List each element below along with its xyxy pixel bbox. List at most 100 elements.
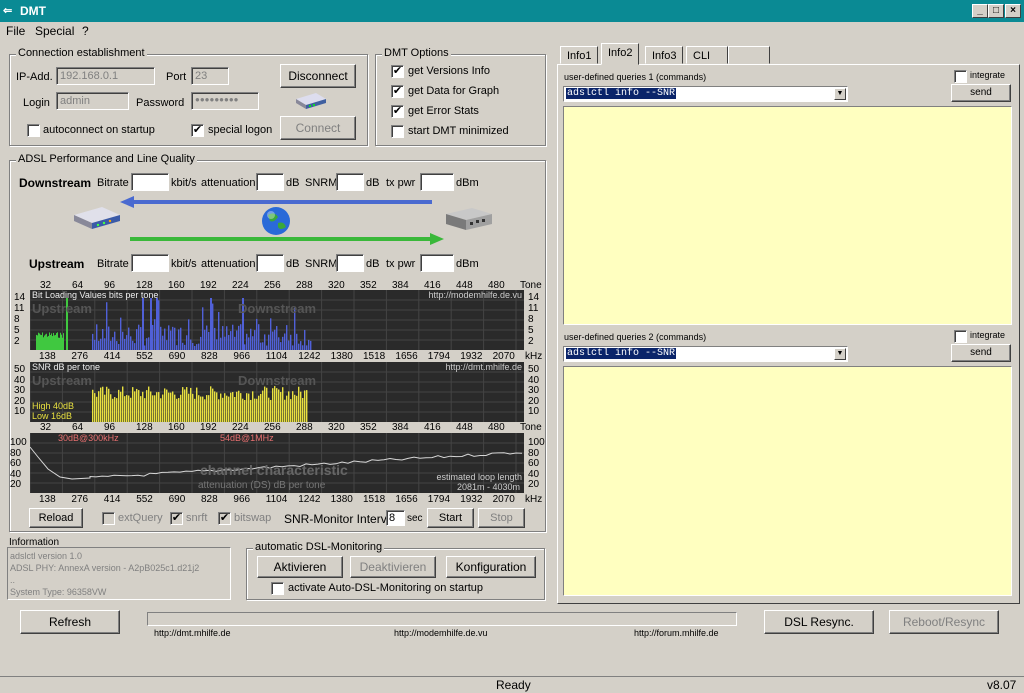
bit-bar-upstream [59,337,60,350]
bit-bar-downstream [262,342,264,350]
minimized-checkbox[interactable] [391,125,404,138]
ds-bitrate-field[interactable] [131,173,169,191]
snr-bar [136,388,138,422]
configuration-button[interactable]: Konfiguration [446,556,536,578]
snr-bar [260,393,262,422]
tab-info1[interactable]: Info1 [560,46,599,64]
bit-bar-upstream [50,334,51,350]
query2-output[interactable] [563,366,1012,596]
snr-bar [116,398,118,422]
axis-tick: 552 [136,351,153,362]
dsl-resync-button[interactable]: DSL Resync. [764,610,874,634]
snr-bar [248,393,250,422]
bitswap-checkbox[interactable]: ✔ [218,512,231,525]
reload-button[interactable]: Reload [29,508,83,528]
extquery-checkbox[interactable] [102,512,115,525]
start-button[interactable]: Start [427,508,474,528]
snr-interval-field[interactable]: 8 [386,510,405,526]
graph-data-checkbox[interactable]: ✔ [391,85,404,98]
reboot-resync-button[interactable]: Reboot/Resync [889,610,999,634]
tab-info3[interactable]: Info3 [645,46,684,64]
dropdown1-arrow-icon[interactable]: ▼ [834,88,846,100]
snr-bar [224,393,226,422]
link-forum[interactable]: http://forum.mhilfe.de [634,628,719,638]
auto-monitoring-checkbox[interactable] [271,582,284,595]
error-stats-checkbox[interactable]: ✔ [391,105,404,118]
us-attenuation-field[interactable] [256,254,284,272]
us-txpwr-field[interactable] [420,254,454,272]
command1-value: adslctl info --SNR [566,88,677,99]
axis-tick: 276 [71,351,89,362]
close-button[interactable]: × [1005,4,1021,18]
integrate2-checkbox[interactable] [954,330,967,343]
snr-bar [200,396,202,422]
axis-tick: 448 [456,422,473,433]
snr-bar [188,393,190,422]
bits-graph-title: Bit Loading Values bits per tone [32,290,159,300]
us-bitrate-field[interactable] [131,254,169,272]
command1-select[interactable]: adslctl info --SNR ▼ [563,86,848,102]
bit-bar-upstream [43,337,44,350]
ds-txpwr-field[interactable] [420,173,454,191]
dropdown2-arrow-icon[interactable]: ▼ [834,348,846,360]
minimize-button[interactable]: _ [972,4,988,18]
menu-special[interactable]: Special [35,24,74,38]
send2-button[interactable]: send [951,344,1011,362]
snr-bar [284,399,286,422]
info-line-1: adslctl version 1.0 [10,551,83,561]
maximize-button[interactable]: □ [988,4,1004,18]
stop-button[interactable]: Stop [478,508,525,528]
ip-field[interactable]: 192.168.0.1 [56,67,155,85]
snr-bar [158,392,160,422]
menu-file[interactable]: File [6,24,25,38]
ds-snrm-field[interactable] [336,173,364,191]
link-dmt[interactable]: http://dmt.mhilfe.de [154,628,231,638]
bit-bar-downstream [120,317,122,350]
bit-bar-downstream [92,333,94,350]
tab-cli[interactable]: CLI [686,46,728,64]
link-modemhilfe[interactable]: http://modemhilfe.de.vu [394,628,488,638]
query1-output[interactable] [563,106,1012,325]
snrft-checkbox[interactable]: ✔ [170,512,183,525]
login-field[interactable]: admin [56,92,129,110]
axis-tick: Tone [520,422,542,433]
snr-bar [272,388,274,422]
disconnect-button[interactable]: Disconnect [280,64,356,88]
bit-bar-downstream [182,342,184,350]
snr-upstream-watermark: Upstream [32,373,92,388]
bit-bar-downstream [284,333,286,350]
snr-bar [198,395,200,422]
password-field[interactable]: ●●●●●●●●● [191,92,259,110]
snr-bar [206,395,208,422]
versions-checkbox[interactable]: ✔ [391,65,404,78]
connect-button[interactable]: Connect [280,116,356,140]
integrate1-checkbox[interactable] [954,70,967,83]
us-snrm-field[interactable] [336,254,364,272]
snr-bar [240,393,242,422]
menu-help[interactable]: ? [82,24,89,38]
bit-bar-upstream [39,333,40,350]
autoconnect-checkbox[interactable] [27,124,40,137]
version-text: v8.07 [987,678,1017,692]
axis-tick: 1656 [395,494,418,505]
title-bar: ⇐ DMT _ □ × [0,0,1024,22]
snr-bar [196,387,198,422]
axis-tick: 1104 [265,351,288,362]
tab-info2[interactable]: Info2 [601,43,640,65]
send1-button[interactable]: send [951,84,1011,102]
command2-select[interactable]: adslctl info --SNR ▼ [563,346,848,362]
ds-attenuation-field[interactable] [256,173,284,191]
deactivate-button[interactable]: Deaktivieren [350,556,436,578]
axis-tick: 966 [233,351,251,362]
port-field[interactable]: 23 [191,67,229,85]
activate-button[interactable]: Aktivieren [257,556,343,578]
bit-bar-downstream [94,339,96,350]
snr-bar [258,395,260,422]
snr-bar [144,398,146,422]
tab-empty[interactable] [728,46,770,64]
graph-data-label: get Data for Graph [408,85,500,97]
special-logon-checkbox[interactable]: ✔ [191,124,204,137]
snr-bar [104,394,106,422]
refresh-button[interactable]: Refresh [20,610,120,634]
upstream-label: Upstream [29,257,85,271]
